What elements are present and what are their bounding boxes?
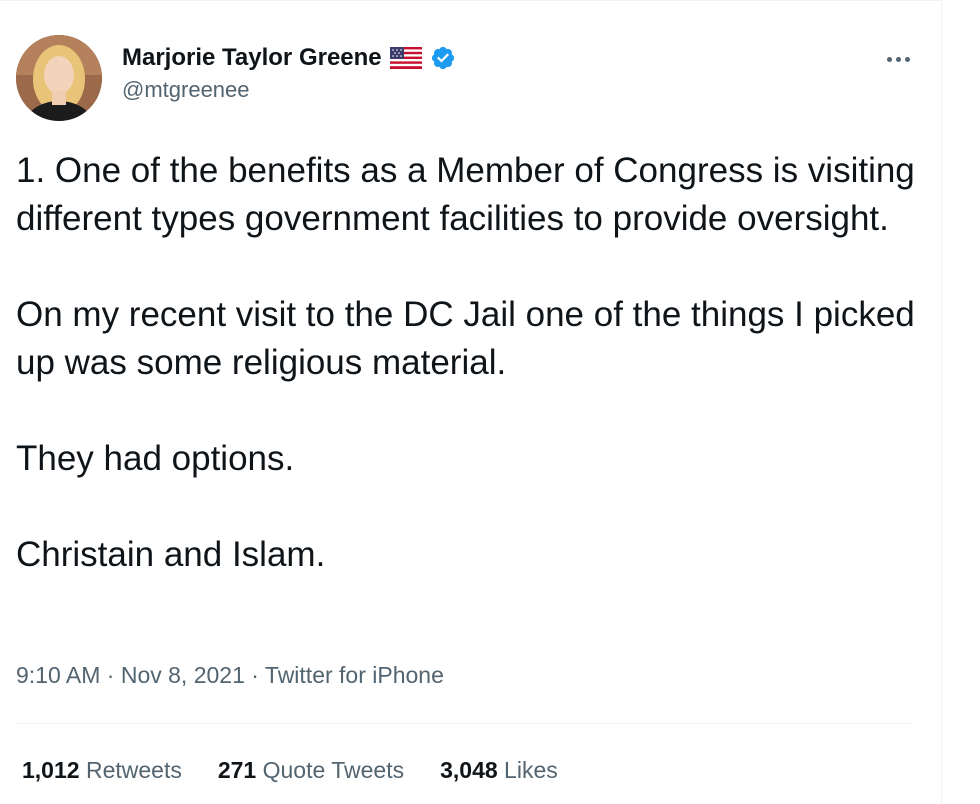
verified-badge-icon xyxy=(430,45,456,71)
likes-label: Likes xyxy=(504,757,558,783)
author-names: Marjorie Taylor Greene @mtgreenee xyxy=(122,43,456,103)
likes-stat[interactable]: 3,048 Likes xyxy=(440,757,558,784)
tweet-paragraph: They had options. xyxy=(16,439,295,478)
author-handle[interactable]: @mtgreenee xyxy=(122,77,456,103)
tweet-paragraph: On my recent visit to the DC Jail one of… xyxy=(16,295,915,382)
tweet-metadata: 9:10 AM · Nov 8, 2021 · Twitter for iPho… xyxy=(16,662,444,689)
more-dot-icon xyxy=(904,56,910,62)
tweet-header: Marjorie Taylor Greene @mtgreenee xyxy=(16,35,916,121)
meta-separator: · xyxy=(251,662,259,688)
quote-tweets-count: 271 xyxy=(217,757,257,783)
tweet-text: 1. One of the benefits as a Member of Co… xyxy=(16,147,921,579)
retweets-stat[interactable]: 1,012 Retweets xyxy=(22,757,182,784)
tweet-card: Marjorie Taylor Greene @mtgreenee 1. One… xyxy=(0,0,942,804)
author-avatar[interactable] xyxy=(16,35,102,121)
tweet-paragraph: 1. One of the benefits as a Member of Co… xyxy=(16,151,915,238)
tweet-paragraph: Christain and Islam. xyxy=(16,535,326,574)
meta-separator: · xyxy=(106,662,115,688)
tweet-stats: 1,012 Retweets 271 Quote Tweets 3,048 Li… xyxy=(22,757,558,784)
more-dot-icon xyxy=(886,56,892,62)
us-flag-icon xyxy=(389,47,422,69)
more-options-button[interactable] xyxy=(880,47,916,71)
divider xyxy=(16,723,912,724)
display-name-row: Marjorie Taylor Greene xyxy=(122,43,456,73)
tweet-source-link[interactable]: Twitter for iPhone xyxy=(265,662,444,688)
likes-count: 3,048 xyxy=(440,757,498,783)
more-dot-icon xyxy=(895,56,901,62)
avatar-image xyxy=(16,35,102,121)
author-display-name[interactable]: Marjorie Taylor Greene xyxy=(122,44,382,72)
quote-tweets-label: Quote Tweets xyxy=(262,757,405,783)
tweet-date-link[interactable]: Nov 8, 2021 xyxy=(121,662,245,688)
tweet-time-link[interactable]: 9:10 AM xyxy=(16,662,100,688)
retweets-count: 1,012 xyxy=(22,757,80,783)
quote-tweets-stat[interactable]: 271 Quote Tweets xyxy=(218,757,404,784)
retweets-label: Retweets xyxy=(85,757,182,783)
